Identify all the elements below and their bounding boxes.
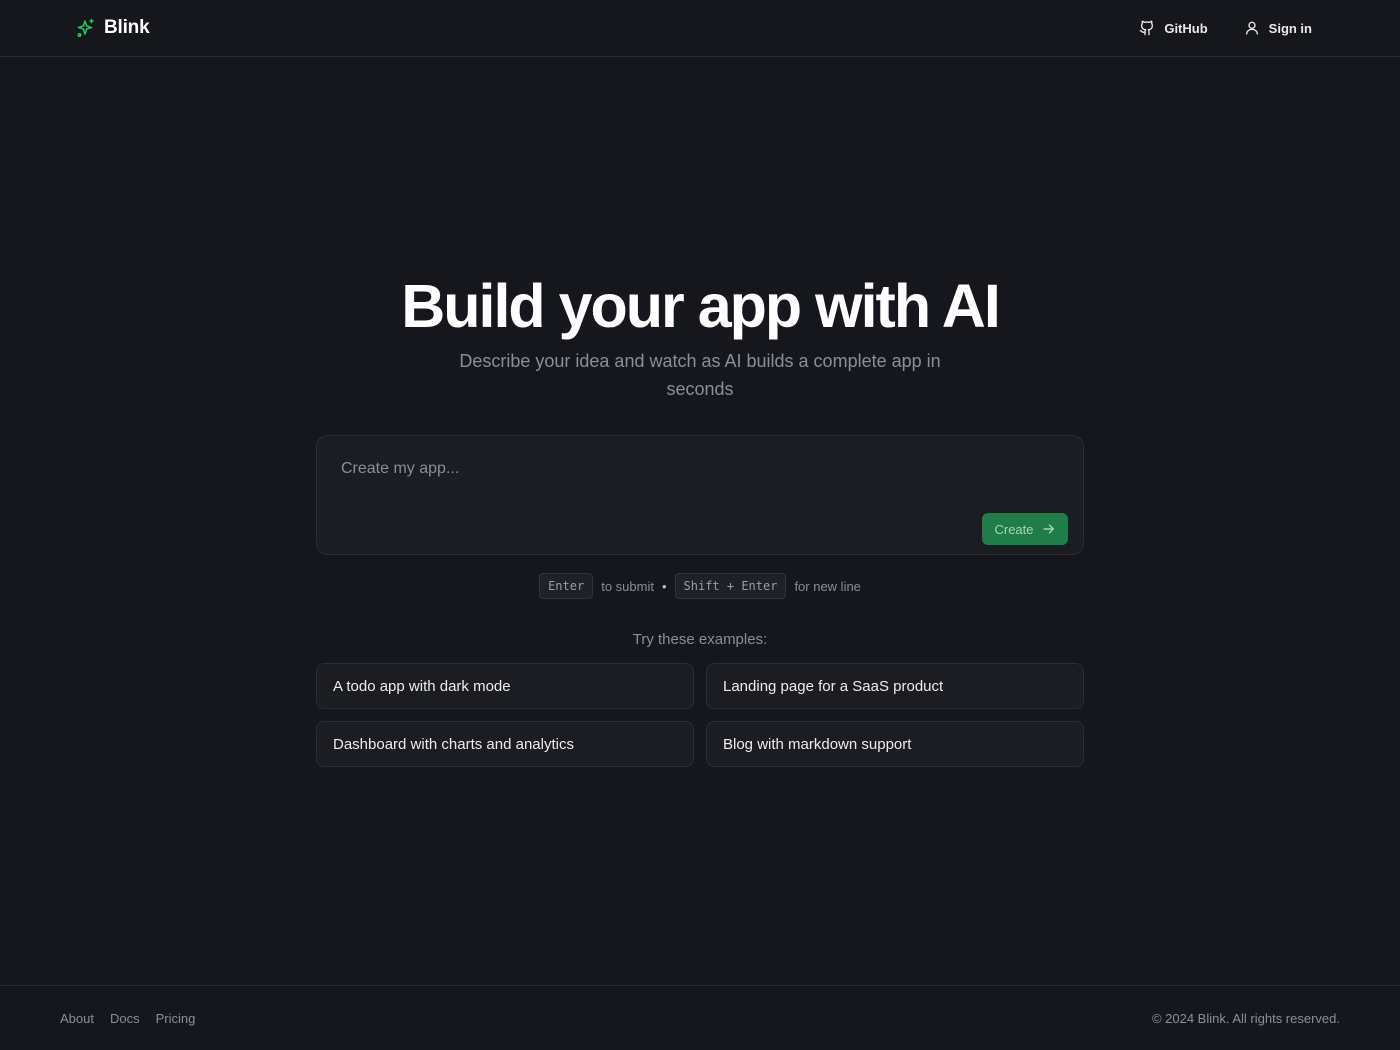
github-icon: [1139, 20, 1154, 36]
examples-title: Try these examples:: [632, 631, 768, 648]
submit-hint-text: to submit: [601, 578, 654, 594]
keyboard-hint: Enter to submit • Shift + Enter for new …: [0, 573, 1400, 599]
github-label: GitHub: [1164, 20, 1208, 36]
sign-in-label: Sign in: [1268, 20, 1312, 36]
copyright: © 2024 Blink. All rights reserved.: [1151, 1010, 1340, 1026]
hint-separator: •: [661, 578, 667, 594]
page-title: Build your app with AI: [401, 272, 1001, 340]
header-actions: GitHub Sign in: [1139, 20, 1312, 36]
footer-link-about[interactable]: About: [60, 1011, 94, 1026]
brand-logo[interactable]: Blink: [76, 17, 150, 39]
page-subtitle: Describe your idea and watch as AI build…: [459, 351, 941, 399]
user-icon: [1245, 21, 1258, 35]
github-link[interactable]: GitHub: [1139, 20, 1208, 36]
footer-link-pricing[interactable]: Pricing: [156, 1011, 196, 1026]
newline-hint-text: for new line: [794, 578, 861, 594]
top-nav: Blink GitHub Sign in: [0, 0, 1400, 57]
example-card[interactable]: A todo app with dark mode: [316, 663, 694, 709]
footer-link-docs[interactable]: Docs: [110, 1011, 140, 1026]
footer: About Docs Pricing © 2024 Blink. All rig…: [0, 985, 1400, 1050]
prompt-box: Create: [316, 435, 1084, 555]
enter-key: Enter: [539, 573, 594, 599]
example-card[interactable]: Landing page for a SaaS product: [706, 663, 1084, 709]
brand-name: Blink: [104, 17, 150, 38]
example-card[interactable]: Dashboard with charts and analytics: [316, 721, 694, 767]
example-card[interactable]: Blog with markdown support: [706, 721, 1084, 767]
prompt-input[interactable]: [341, 456, 1061, 516]
shift-enter-key: Shift + Enter: [674, 573, 787, 599]
examples-grid: A todo app with dark mode Landing page f…: [316, 663, 1084, 767]
page: Blink GitHub Sign in Build your app with…: [0, 0, 1400, 1050]
sign-in-button[interactable]: Sign in: [1244, 20, 1312, 36]
arrow-right-icon: [1043, 524, 1054, 534]
sparkles-icon: [76, 18, 96, 38]
footer-links: About Docs Pricing: [60, 1011, 195, 1026]
create-button[interactable]: Create: [982, 513, 1068, 545]
create-button-label: Create: [994, 521, 1034, 537]
